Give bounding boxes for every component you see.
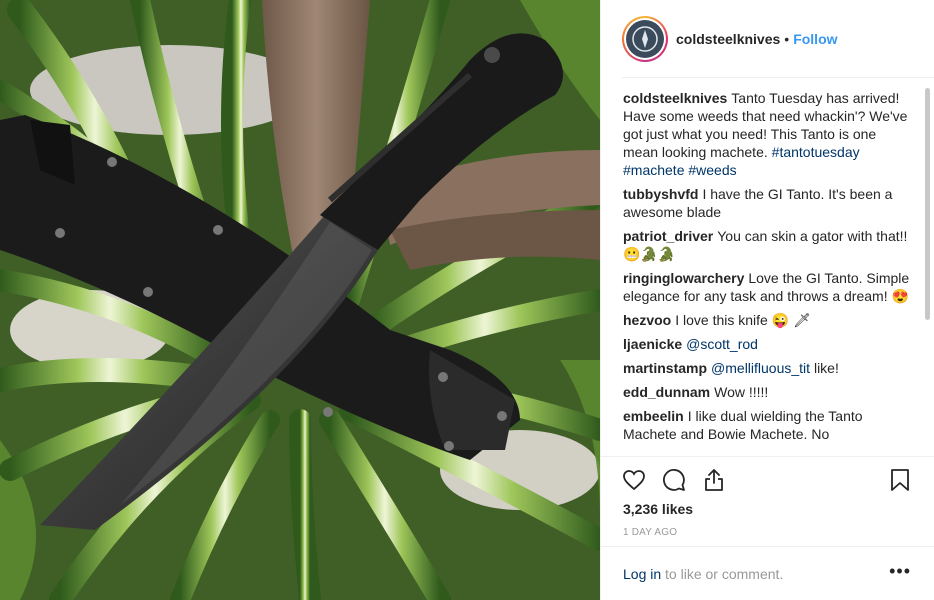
brand-logo-icon: [632, 26, 658, 52]
list-item: hezvoo I love this knife 😜 🗡: [623, 311, 915, 329]
comment-username[interactable]: edd_dunnam: [623, 384, 710, 400]
list-item: martinstamp @mellifluous_tit like!: [623, 359, 915, 377]
comment-mention[interactable]: @mellifluous_tit: [711, 360, 810, 376]
list-item: patriot_driver You can skin a gator with …: [623, 227, 915, 263]
post-actions: 3,236 likes 1 DAY AGO: [601, 456, 934, 546]
follow-button[interactable]: Follow: [793, 31, 837, 47]
more-options-icon[interactable]: •••: [889, 561, 911, 582]
comment-footer: Log in to like or comment. •••: [601, 546, 934, 600]
comment-text: Wow !!!!!: [714, 384, 769, 400]
like-button[interactable]: [621, 467, 647, 493]
like-count[interactable]: 3,236 likes: [623, 501, 693, 517]
share-icon: [705, 469, 723, 491]
comment-username[interactable]: tubbyshvfd: [623, 186, 698, 202]
bookmark-icon: [891, 469, 909, 491]
post-photo[interactable]: [0, 0, 600, 600]
login-link[interactable]: Log in: [623, 566, 661, 582]
comment-username[interactable]: martinstamp: [623, 360, 707, 376]
comment-username[interactable]: ringinglowarchery: [623, 270, 744, 286]
comment-mention[interactable]: @scott_rod: [686, 336, 758, 352]
comment-icon: [663, 469, 685, 491]
comment-username[interactable]: ljaenicke: [623, 336, 682, 352]
comments-list[interactable]: coldsteelknives Tanto Tuesday has arrived…: [623, 89, 915, 455]
post-timestamp[interactable]: 1 DAY AGO: [623, 527, 677, 538]
comment-username[interactable]: hezvoo: [623, 312, 671, 328]
list-item: tubbyshvfd I have the GI Tanto. It's been…: [623, 185, 915, 221]
comment-text: I love this knife 😜 🗡: [675, 312, 811, 328]
caption: coldsteelknives Tanto Tuesday has arrived…: [623, 89, 915, 179]
post-header: coldsteelknives • Follow: [601, 0, 934, 78]
list-item: embeelin I like dual wielding the Tanto M…: [623, 407, 915, 443]
save-button[interactable]: [887, 467, 913, 493]
comment-username[interactable]: patriot_driver: [623, 228, 713, 244]
list-item: ringinglowarchery Love the GI Tanto. Simp…: [623, 269, 915, 305]
post-sidebar: coldsteelknives • Follow coldsteelknives…: [600, 0, 934, 600]
share-button[interactable]: [701, 467, 727, 493]
caption-username[interactable]: coldsteelknives: [623, 90, 727, 106]
heart-icon: [623, 470, 645, 491]
comment-button[interactable]: [661, 467, 687, 493]
header-username[interactable]: coldsteelknives: [676, 31, 780, 47]
avatar[interactable]: [622, 16, 668, 62]
list-item: ljaenicke @scott_rod: [623, 335, 915, 353]
login-prompt-text: to like or comment.: [665, 566, 784, 582]
machete-photo: [0, 0, 600, 600]
list-item: edd_dunnam Wow !!!!!: [623, 383, 915, 401]
comment-text: like!: [813, 360, 839, 376]
header-separator: •: [784, 31, 790, 47]
login-prompt: Log in to like or comment.: [623, 566, 783, 582]
comments-scrollbar[interactable]: [925, 88, 930, 320]
comment-username[interactable]: embeelin: [623, 408, 684, 424]
header-divider: [622, 77, 934, 78]
